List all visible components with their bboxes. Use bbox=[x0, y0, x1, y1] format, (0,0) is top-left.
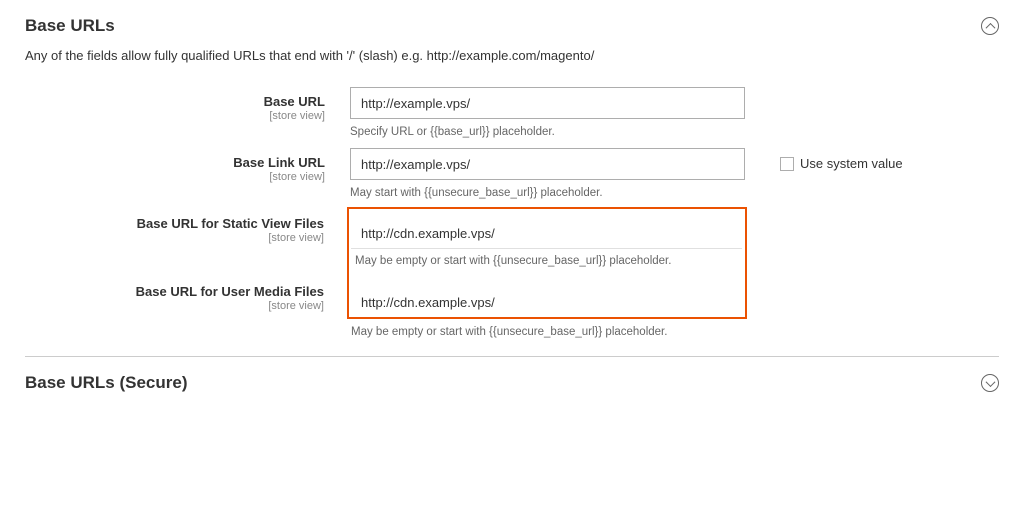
section-title: Base URLs bbox=[25, 16, 115, 36]
base-link-url-input[interactable] bbox=[350, 148, 745, 180]
highlight-box: Base URL for Static View Files [store vi… bbox=[347, 207, 747, 319]
field-label: Base URL for Static View Files bbox=[137, 216, 324, 231]
field-label: Base URL for User Media Files bbox=[136, 284, 324, 299]
label-col: Base URL [store view] bbox=[25, 87, 350, 123]
input-col: May be empty or start with {{unsecure_ba… bbox=[349, 209, 744, 277]
base-url-input[interactable] bbox=[350, 87, 745, 119]
label-col: Base URL for User Media Files [store vie… bbox=[24, 277, 324, 313]
highlighted-fields: Base URL for Static View Files [store vi… bbox=[347, 207, 747, 338]
field-label: Base Link URL bbox=[233, 155, 325, 170]
helper-text: Specify URL or {{base_url}} placeholder. bbox=[350, 119, 745, 138]
input-col: May start with {{unsecure_base_url}} pla… bbox=[350, 148, 745, 199]
section-header-base-urls: Base URLs bbox=[0, 0, 1024, 48]
scope-label: [store view] bbox=[25, 170, 325, 184]
use-system-label: Use system value bbox=[800, 156, 903, 171]
helper-text: May be empty or start with {{unsecure_ba… bbox=[347, 319, 747, 338]
scope-label: [store view] bbox=[25, 109, 325, 123]
form-row-base-static-url: Base URL for Static View Files [store vi… bbox=[349, 209, 745, 277]
chevron-down-icon[interactable] bbox=[981, 374, 999, 392]
use-system-checkbox[interactable] bbox=[780, 157, 794, 171]
form-row-base-media-url: Base URL for User Media Files [store vie… bbox=[349, 277, 745, 317]
scope-label: [store view] bbox=[24, 299, 324, 313]
section-title: Base URLs (Secure) bbox=[25, 373, 188, 393]
base-media-url-input[interactable] bbox=[351, 287, 742, 317]
helper-text: May be empty or start with {{unsecure_ba… bbox=[351, 249, 742, 277]
chevron-up-icon[interactable] bbox=[981, 17, 999, 35]
helper-text: May start with {{unsecure_base_url}} pla… bbox=[350, 180, 745, 199]
base-static-url-input[interactable] bbox=[351, 219, 742, 249]
label-col: Base Link URL [store view] bbox=[25, 148, 350, 184]
label-col: Base URL for Static View Files [store vi… bbox=[24, 209, 324, 245]
form-row-base-url: Base URL [store view] Specify URL or {{b… bbox=[0, 81, 1024, 142]
section-header-base-urls-secure: Base URLs (Secure) bbox=[0, 357, 1024, 405]
scope-label: [store view] bbox=[24, 231, 324, 245]
form-row-base-link-url: Base Link URL [store view] May start wit… bbox=[0, 142, 1024, 203]
field-label: Base URL bbox=[264, 94, 325, 109]
use-system-col: Use system value bbox=[745, 148, 903, 171]
section-description: Any of the fields allow fully qualified … bbox=[0, 48, 1024, 81]
input-col: Specify URL or {{base_url}} placeholder. bbox=[350, 87, 745, 138]
input-col bbox=[349, 277, 744, 317]
